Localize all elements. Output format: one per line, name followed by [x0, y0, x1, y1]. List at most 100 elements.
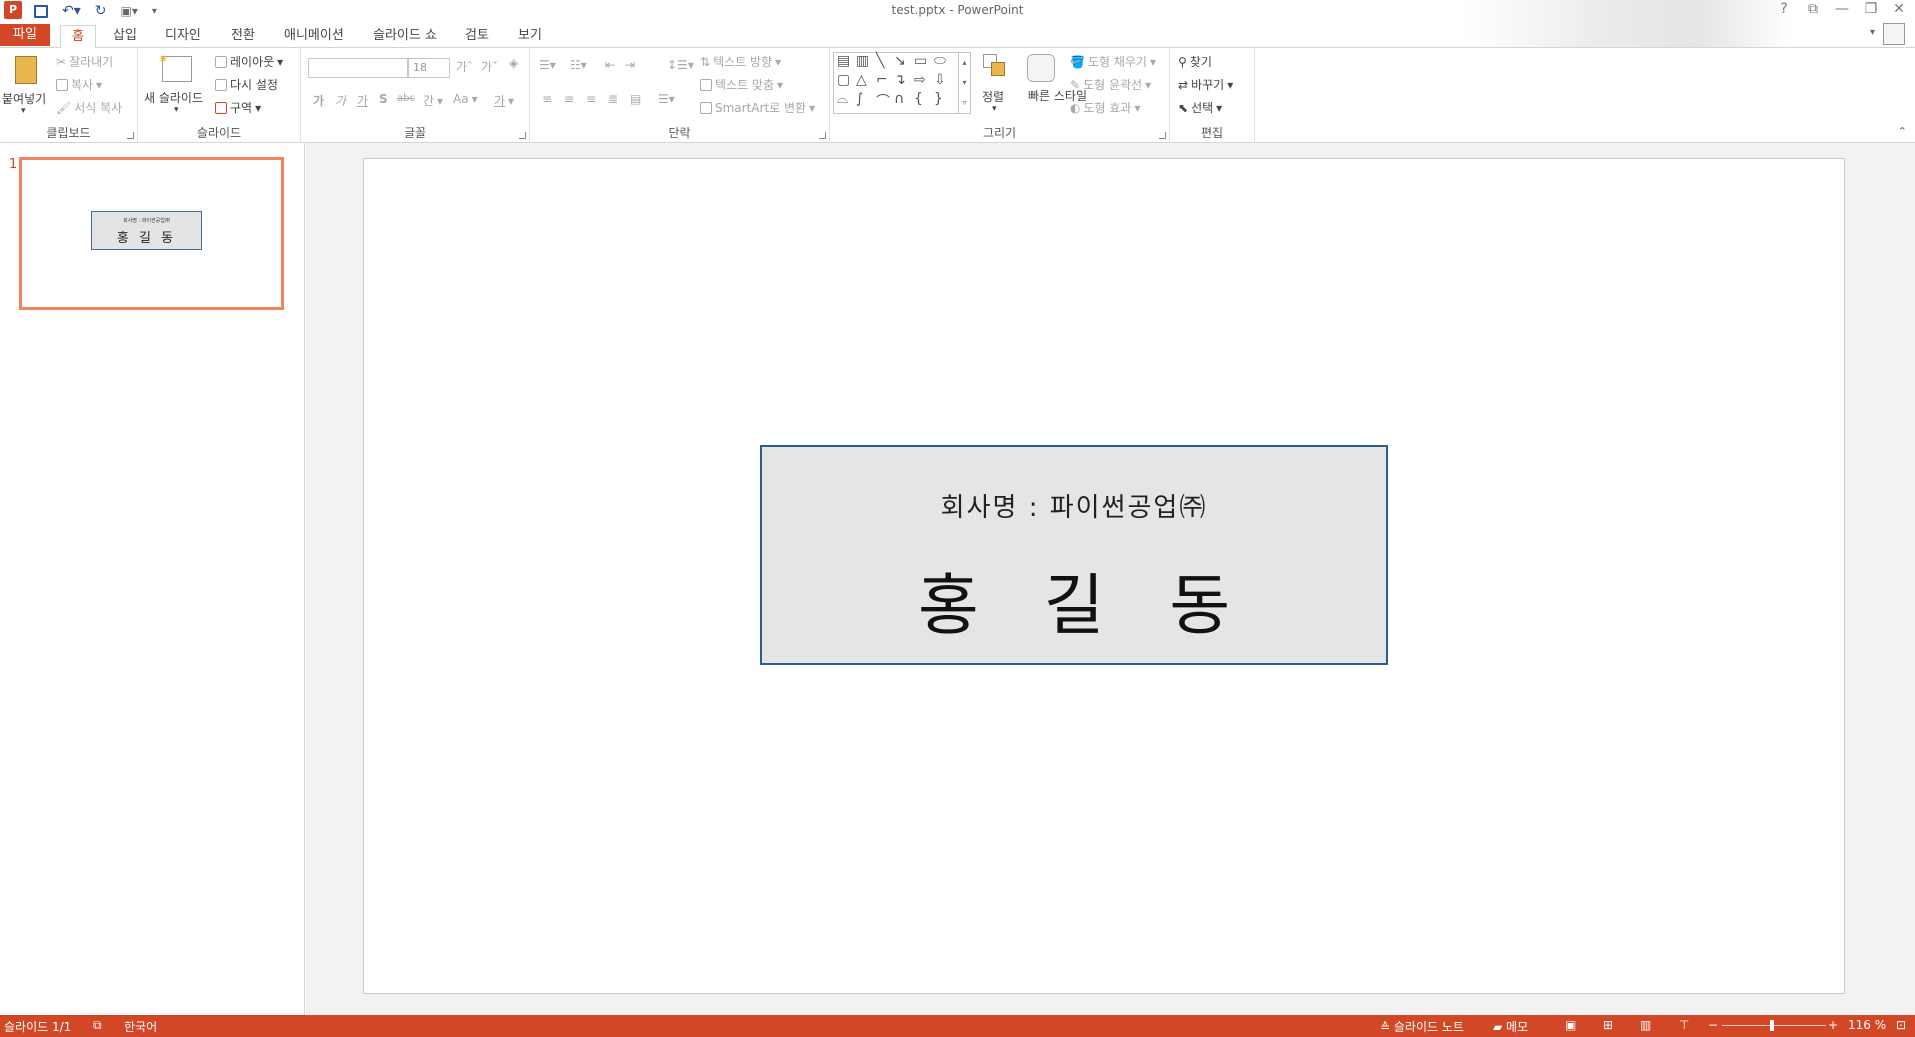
person-name-text[interactable]: 홍 길 동	[762, 552, 1386, 648]
drawing-launcher-icon[interactable]	[1159, 132, 1166, 139]
font-color-button[interactable]: 가 ▾	[494, 92, 514, 109]
fit-to-window-icon[interactable]: ⊡	[1896, 1018, 1906, 1032]
tab-insert[interactable]: 삽입	[107, 25, 143, 47]
select-button[interactable]: ⬉ 선택 ▾	[1178, 99, 1222, 116]
shapes-gallery[interactable]: ▤ ▥ ╲ ↘ ▭ ⬭ ▢ △ ⌐ ↴ ⇨ ⇩ ⌓ ∫ ⌒ ∩ { } ▴ ▾ ▿	[833, 52, 971, 114]
line-shape-icon[interactable]: ╲	[876, 53, 884, 69]
format-painter-button[interactable]: 🖌 서식 복사	[56, 99, 122, 116]
tab-slideshow[interactable]: 슬라이드 쇼	[367, 25, 443, 47]
columns-icon[interactable]: ☰▾	[658, 92, 675, 106]
wave-shape-icon[interactable]: ∩	[894, 91, 904, 107]
reading-view-icon[interactable]: ▥	[1640, 1018, 1651, 1032]
right-arrow-shape-icon[interactable]: ⇨	[914, 72, 926, 88]
right-brace-shape-icon[interactable]: }	[934, 91, 943, 107]
company-name-text[interactable]: 회사명 : 파이썬공업㈜	[762, 487, 1386, 524]
zoom-out-icon[interactable]: −	[1708, 1018, 1718, 1032]
cut-button[interactable]: ✂ 잘라내기	[56, 53, 113, 70]
help-icon[interactable]: ?	[1771, 1, 1797, 17]
curve-shape-icon[interactable]: ∫	[856, 91, 863, 107]
strikethrough-button[interactable]: abc	[397, 93, 415, 104]
slide-sorter-icon[interactable]: ⊞	[1603, 1018, 1613, 1032]
quick-styles-button[interactable]: 빠른 스타일	[1015, 54, 1087, 124]
collapse-ribbon-icon[interactable]: ⌃	[1898, 125, 1907, 138]
zoom-slider-thumb[interactable]	[1770, 1020, 1774, 1031]
shape-effects-button[interactable]: ◐ 도형 효과 ▾	[1070, 99, 1141, 116]
align-left-icon[interactable]: ≡	[542, 92, 552, 106]
tab-view[interactable]: 보기	[512, 25, 548, 47]
account-dropdown-icon[interactable]: ▾	[1870, 27, 1875, 38]
paragraph-launcher-icon[interactable]	[819, 132, 826, 139]
minimize-icon[interactable]: —	[1829, 1, 1855, 17]
align-right-icon[interactable]: ≡	[586, 92, 596, 106]
italic-button[interactable]: 가	[335, 92, 346, 109]
arrange-button[interactable]: 정렬 ▾	[978, 54, 1012, 120]
bullets-icon[interactable]: ☰▾	[539, 58, 556, 72]
reset-button[interactable]: 다시 설정	[215, 76, 278, 93]
underline-button[interactable]: 가	[357, 92, 368, 109]
down-arrow-shape-icon[interactable]: ⇩	[934, 72, 946, 88]
clear-formatting-icon[interactable]: ◈	[509, 56, 518, 70]
paste-button[interactable]: 붙여넣기 ▾	[2, 54, 48, 120]
tab-transitions[interactable]: 전환	[225, 25, 261, 47]
elbow-connector-shape-icon[interactable]: ⌐	[876, 72, 888, 88]
close-icon[interactable]: ✕	[1886, 1, 1912, 17]
tab-design[interactable]: 디자인	[159, 25, 207, 47]
find-button[interactable]: ⚲ 찾기	[1178, 53, 1212, 70]
arc-shape-icon[interactable]: ⌒	[876, 91, 890, 111]
language-indicator[interactable]: 한국어	[124, 1018, 157, 1035]
tab-review[interactable]: 검토	[459, 25, 495, 47]
user-account-avatar[interactable]	[1883, 23, 1905, 45]
rectangle-shape-icon[interactable]: ▭	[914, 53, 927, 69]
comments-button[interactable]: ▰ 메모	[1493, 1018, 1528, 1035]
elbow-arrow-shape-icon[interactable]: ↴	[894, 72, 906, 88]
rounded-rectangle-shape-icon[interactable]: ▢	[837, 72, 850, 88]
freeform-shape-icon[interactable]: ⌓	[837, 91, 848, 107]
decrease-indent-icon[interactable]: ⇤	[605, 58, 615, 72]
font-size-combo[interactable]: 18	[408, 58, 450, 78]
replace-button[interactable]: ⇄ 바꾸기 ▾	[1178, 76, 1233, 93]
zoom-level[interactable]: 116 %	[1848, 1018, 1886, 1032]
spell-check-icon[interactable]: ⧉	[93, 1018, 102, 1033]
smartart-button[interactable]: SmartArt로 변환 ▾	[700, 99, 815, 116]
new-slide-button[interactable]: ✷ 새 슬라이드 ▾	[144, 52, 210, 122]
line-spacing-icon[interactable]: ↕☰▾	[667, 58, 694, 72]
align-center-icon[interactable]: ≡	[564, 92, 574, 106]
change-case-button[interactable]: Aa ▾	[453, 92, 478, 106]
restore-icon[interactable]: ❐	[1858, 1, 1884, 17]
grow-font-icon[interactable]: 가ˆ	[456, 58, 473, 75]
tab-animations[interactable]: 애니메이션	[278, 25, 350, 47]
layout-button[interactable]: 레이아웃 ▾	[215, 53, 283, 70]
zoom-slider-track[interactable]	[1722, 1025, 1826, 1026]
title-textbox[interactable]: 회사명 : 파이썬공업㈜ 홍 길 동	[760, 445, 1388, 665]
notes-button[interactable]: ≙ 슬라이드 노트	[1380, 1018, 1464, 1035]
tab-home[interactable]: 홈	[60, 25, 96, 49]
distributed-icon[interactable]: ▤	[630, 92, 641, 106]
shape-fill-button[interactable]: 🪣 도형 채우기 ▾	[1070, 53, 1156, 70]
font-launcher-icon[interactable]	[519, 132, 526, 139]
section-button[interactable]: 구역 ▾	[215, 99, 261, 116]
clipboard-launcher-icon[interactable]	[127, 132, 134, 139]
increase-indent-icon[interactable]: ⇥	[625, 58, 635, 72]
left-brace-shape-icon[interactable]: {	[914, 91, 923, 107]
bold-button[interactable]: 가	[313, 92, 324, 109]
justify-icon[interactable]: ≣	[608, 92, 618, 106]
slideshow-view-icon[interactable]: ⊤	[1679, 1018, 1689, 1032]
shadow-button[interactable]: S	[379, 92, 388, 106]
text-direction-button[interactable]: ⇅ 텍스트 방향 ▾	[700, 53, 781, 70]
shrink-font-icon[interactable]: 가ˇ	[481, 58, 498, 75]
vertical-textbox-shape-icon[interactable]: ▥	[856, 53, 869, 69]
align-text-button[interactable]: 텍스트 맞춤 ▾	[700, 76, 783, 93]
numbering-icon[interactable]: ☷▾	[570, 58, 587, 72]
arrow-line-shape-icon[interactable]: ↘	[894, 53, 906, 69]
copy-button[interactable]: 복사 ▾	[56, 76, 102, 93]
character-spacing-button[interactable]: 간 ▾	[423, 92, 443, 109]
oval-shape-icon[interactable]: ⬭	[934, 53, 946, 69]
textbox-shape-icon[interactable]: ▤	[837, 53, 850, 69]
ribbon-display-options-icon[interactable]: ⧉	[1800, 1, 1826, 17]
shape-outline-button[interactable]: ✎ 도형 윤곽선 ▾	[1070, 76, 1151, 93]
triangle-shape-icon[interactable]: △	[856, 72, 867, 88]
normal-view-icon[interactable]: ▣	[1565, 1018, 1576, 1032]
shapes-gallery-scroll[interactable]: ▴ ▾ ▿	[958, 53, 970, 113]
zoom-in-icon[interactable]: +	[1828, 1018, 1838, 1032]
tab-file[interactable]: 파일	[0, 24, 50, 46]
